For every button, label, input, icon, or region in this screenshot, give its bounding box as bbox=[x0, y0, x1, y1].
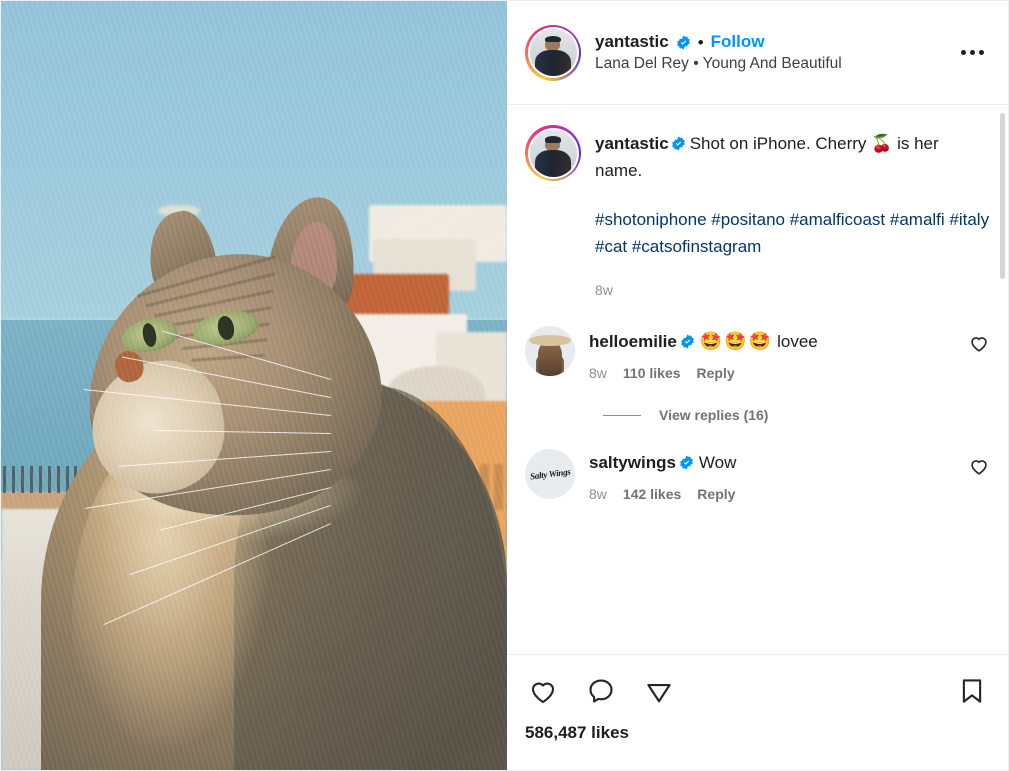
comment-body: saltywings Wow 8w 142 likes Reply bbox=[589, 449, 954, 502]
post-detail-panel: yantastic • Follow Lana Del Rey • Young … bbox=[507, 1, 1008, 770]
instagram-post: yantastic • Follow Lana Del Rey • Young … bbox=[0, 0, 1009, 771]
caption-text: yantastic Shot on iPhone. Cherry 🍒 is her… bbox=[595, 131, 990, 185]
caption-block: yantastic Shot on iPhone. Cherry 🍒 is her… bbox=[525, 125, 990, 298]
comment-meta-row: 8w 142 likes Reply bbox=[589, 486, 954, 502]
comment-item: Salty Wings saltywings Wow 8w 142 likes R… bbox=[525, 449, 990, 502]
caption-story-ring[interactable] bbox=[525, 125, 581, 181]
comment-text-line: saltywings Wow bbox=[589, 451, 954, 476]
post-action-bar: 586,487 likes bbox=[507, 654, 1008, 770]
comment-body: helloemilie 🤩🤩🤩 lovee 8w 110 likes Reply bbox=[589, 326, 954, 381]
comments-list: helloemilie 🤩🤩🤩lovee 8w 110 likes Reply bbox=[525, 326, 990, 502]
action-icons-row bbox=[525, 673, 990, 709]
heart-outline-icon[interactable] bbox=[525, 673, 561, 709]
comment-username[interactable]: helloemilie bbox=[589, 332, 677, 351]
comment-reply-button[interactable]: Reply bbox=[697, 486, 735, 502]
comments-scroll-region[interactable]: yantastic Shot on iPhone. Cherry 🍒 is her… bbox=[507, 105, 1008, 654]
cherry-emoji: 🍒 bbox=[871, 134, 893, 153]
caption-hashtags[interactable]: #shotoniphone #positano #amalficoast #am… bbox=[595, 207, 990, 261]
comment-username[interactable]: saltywings bbox=[589, 453, 676, 472]
comment-bubble-icon[interactable] bbox=[583, 673, 619, 709]
caption-body: yantastic Shot on iPhone. Cherry 🍒 is her… bbox=[595, 125, 990, 298]
view-replies-row[interactable]: View replies (16) bbox=[603, 407, 990, 423]
verified-badge-icon bbox=[680, 332, 695, 349]
verified-badge-icon bbox=[671, 133, 686, 151]
comment-text: lovee bbox=[777, 332, 818, 352]
header-separator: • bbox=[697, 32, 704, 52]
post-header: yantastic • Follow Lana Del Rey • Young … bbox=[507, 1, 1008, 105]
comment-reply-button[interactable]: Reply bbox=[697, 365, 735, 381]
share-paper-plane-icon[interactable] bbox=[641, 673, 677, 709]
post-photo[interactable] bbox=[1, 1, 507, 770]
comment-emojis: 🤩🤩🤩 bbox=[699, 331, 774, 352]
heart-outline-icon[interactable] bbox=[968, 332, 990, 354]
comment-text-line: helloemilie 🤩🤩🤩 lovee bbox=[589, 328, 954, 355]
caption-timestamp: 8w bbox=[595, 282, 613, 299]
photo-canvas bbox=[1, 1, 507, 770]
caption-username[interactable]: yantastic bbox=[595, 134, 669, 153]
comment-timestamp: 8w bbox=[589, 485, 607, 502]
header-identity-row: yantastic • Follow bbox=[595, 32, 938, 52]
verified-badge-icon bbox=[676, 35, 691, 50]
avatar-yantastic-caption[interactable] bbox=[529, 129, 577, 177]
avatar-saltywings[interactable]: Salty Wings bbox=[525, 449, 575, 500]
avatar-saltywings-mark: Salty Wings bbox=[529, 466, 571, 482]
caption-sentence: Shot on iPhone. Cherry bbox=[689, 134, 867, 153]
story-ring[interactable] bbox=[525, 24, 581, 81]
fur-texture-overlay bbox=[1, 1, 507, 770]
avatar-helloemilie[interactable] bbox=[525, 326, 575, 377]
comment-likes[interactable]: 142 likes bbox=[623, 486, 681, 502]
audio-label[interactable]: Lana Del Rey • Young And Beautiful bbox=[595, 55, 938, 73]
more-options-icon[interactable] bbox=[952, 36, 992, 70]
comment-likes[interactable]: 110 likes bbox=[623, 365, 681, 381]
heart-outline-icon[interactable] bbox=[968, 455, 990, 477]
comment-item: helloemilie 🤩🤩🤩 lovee 8w 110 likes Reply bbox=[525, 326, 990, 381]
comment-timestamp: 8w bbox=[589, 365, 607, 382]
follow-button[interactable]: Follow bbox=[711, 32, 765, 52]
bookmark-outline-icon[interactable] bbox=[954, 673, 990, 709]
comments-scrollbar[interactable] bbox=[1000, 113, 1005, 279]
verified-badge-icon bbox=[679, 453, 694, 470]
comment-text: Wow bbox=[698, 453, 737, 473]
avatar-yantastic[interactable] bbox=[529, 29, 577, 76]
replies-dash bbox=[603, 414, 641, 416]
view-replies-button[interactable]: View replies (16) bbox=[659, 407, 768, 423]
header-username[interactable]: yantastic bbox=[595, 32, 669, 52]
likes-count: 586,487 likes bbox=[525, 723, 629, 742]
header-meta: yantastic • Follow Lana Del Rey • Young … bbox=[595, 32, 938, 73]
comment-meta-row: 8w 110 likes Reply bbox=[589, 365, 954, 381]
action-icons-left bbox=[525, 673, 677, 709]
